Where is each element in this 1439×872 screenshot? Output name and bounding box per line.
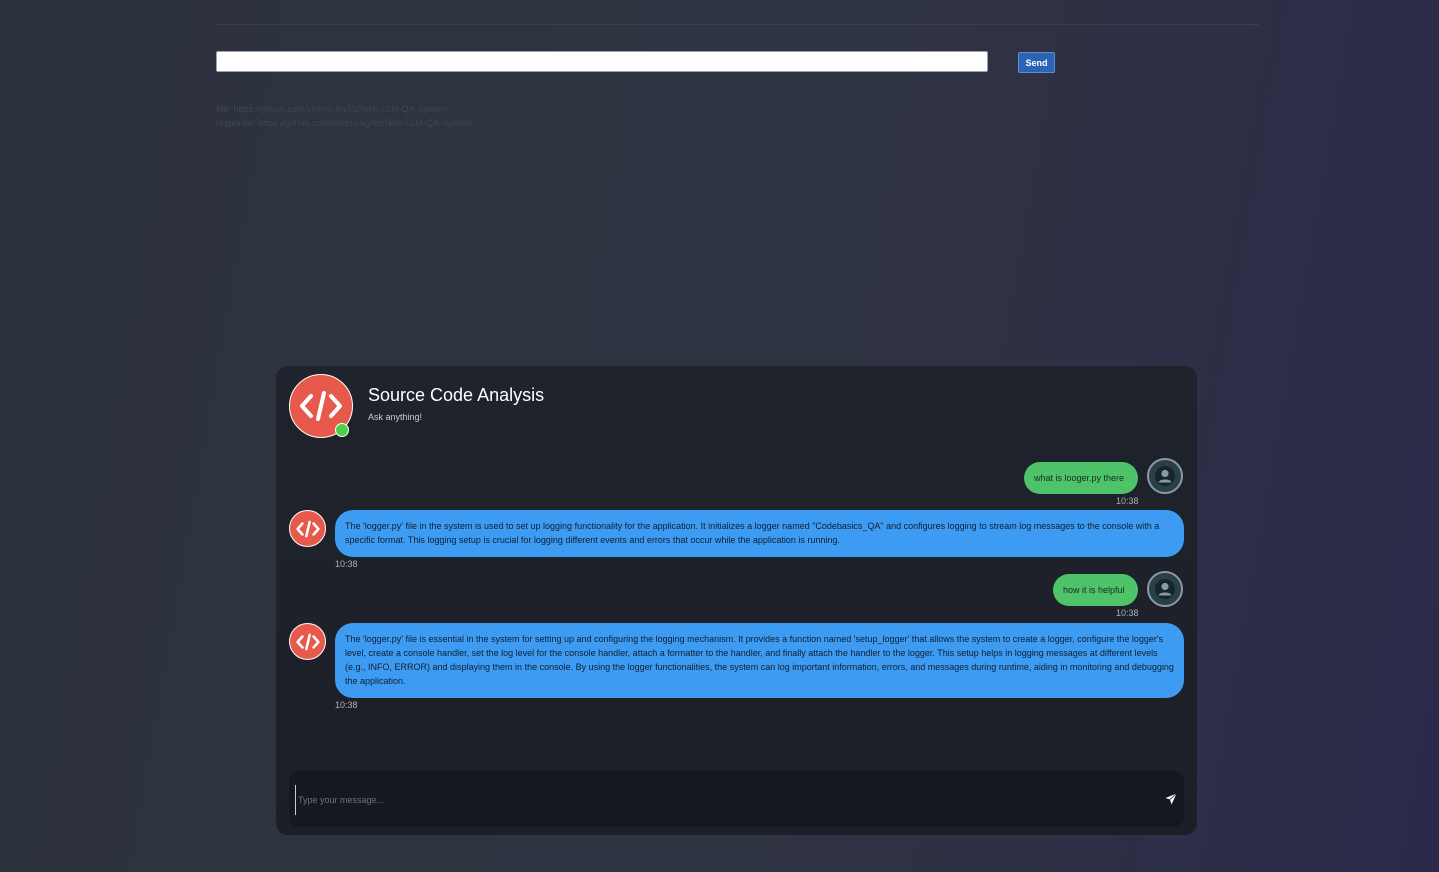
top-divider: [216, 24, 1259, 25]
send-button[interactable]: Send: [1018, 52, 1055, 73]
message-timestamp: 10:38: [1116, 496, 1139, 506]
chat-window: Source Code Analysis Ask anything! what …: [276, 366, 1197, 835]
bot-avatar: [289, 510, 326, 547]
log-line-me: Me: https://github.com/vishnu-kg/EdTech-…: [216, 104, 448, 114]
url-input[interactable]: [216, 51, 988, 72]
chat-subtitle: Ask anything!: [368, 412, 423, 422]
user-icon: [1155, 466, 1175, 486]
user-avatar: [1147, 458, 1183, 494]
online-status-dot: [335, 423, 349, 437]
bot-message-bubble: The 'logger.py' file in the system is us…: [335, 510, 1184, 557]
user-avatar: [1147, 571, 1183, 607]
message-input[interactable]: [295, 785, 1160, 815]
user-message-bubble: what is looger.py there: [1024, 462, 1138, 494]
send-message-button[interactable]: [1160, 789, 1182, 809]
message-timestamp: 10:38: [335, 559, 358, 569]
message-timestamp: 10:38: [1116, 608, 1139, 618]
bot-message-bubble: The 'logger.py' file is essential in the…: [335, 623, 1184, 698]
chat-title: Source Code Analysis: [368, 385, 545, 405]
code-brackets-icon: [295, 633, 320, 650]
bot-avatar: [289, 623, 326, 660]
log-line-response: response: https://github.com/vishnu-kg/E…: [216, 118, 473, 128]
message-composer: [289, 771, 1184, 827]
user-message-bubble: how it is helpful: [1053, 574, 1138, 606]
code-brackets-icon: [300, 391, 342, 421]
code-brackets-icon: [295, 520, 320, 537]
message-timestamp: 10:38: [335, 700, 358, 710]
paper-plane-icon: [1165, 793, 1177, 805]
user-icon: [1155, 579, 1175, 599]
